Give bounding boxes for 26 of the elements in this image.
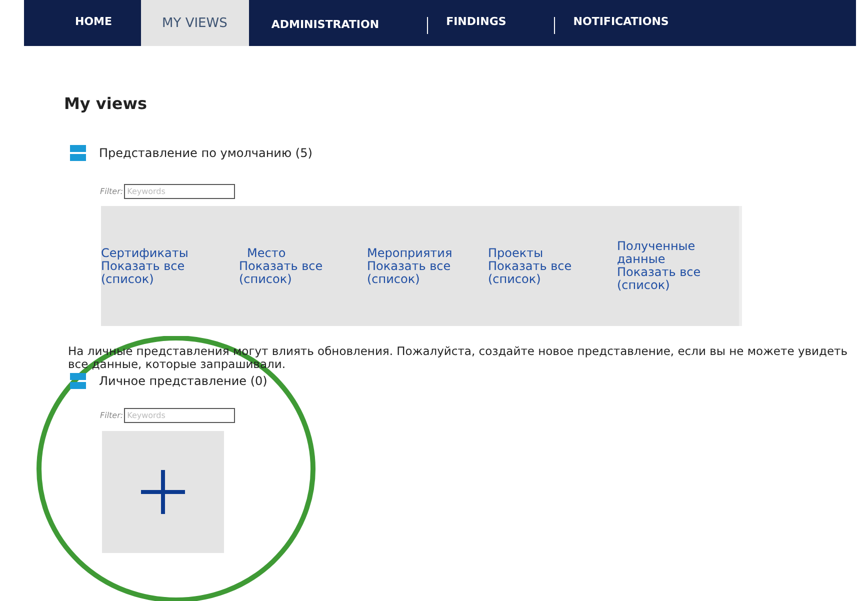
filter-field[interactable]: Keywords (124, 408, 236, 422)
section-title: Личное представление (0) (99, 374, 268, 388)
plus-icon (141, 470, 185, 514)
add-view-button[interactable] (102, 431, 224, 553)
show-all-link[interactable]: Показать все (список) (239, 260, 339, 286)
nav-tab[interactable]: FINDINGS (446, 0, 506, 46)
section-icon[interactable] (70, 373, 86, 389)
filter-label: Filter: (100, 186, 124, 196)
filter-field[interactable]: Keywords (124, 184, 236, 198)
nav-tab[interactable]: HOME (24, 0, 142, 46)
view-title[interactable]: Полученные данные (617, 240, 707, 266)
nav-tab[interactable]: MY VIEWS (141, 0, 250, 46)
view-title[interactable]: Место (239, 246, 367, 260)
show-all-link[interactable]: Показать все (список) (101, 260, 201, 286)
nav-tab[interactable]: ADMINISTRATION (249, 0, 380, 46)
page-heading: My views (64, 93, 148, 115)
section-icon[interactable] (70, 145, 86, 161)
show-all-link[interactable]: Показать все (список) (488, 260, 588, 286)
show-all-link[interactable]: Показать все (список) (367, 260, 467, 286)
view-title[interactable]: Проекты (488, 246, 617, 260)
view-title[interactable]: Мероприятия (367, 246, 488, 260)
view-title[interactable]: Сертификаты (101, 246, 239, 260)
show-all-link[interactable]: Показать все (список) (617, 266, 717, 292)
nav-tab[interactable]: NOTIFICATIONS (573, 0, 669, 46)
section-title: Представление по умолчанию (5) (99, 146, 312, 160)
filter-label: Filter: (100, 410, 124, 420)
